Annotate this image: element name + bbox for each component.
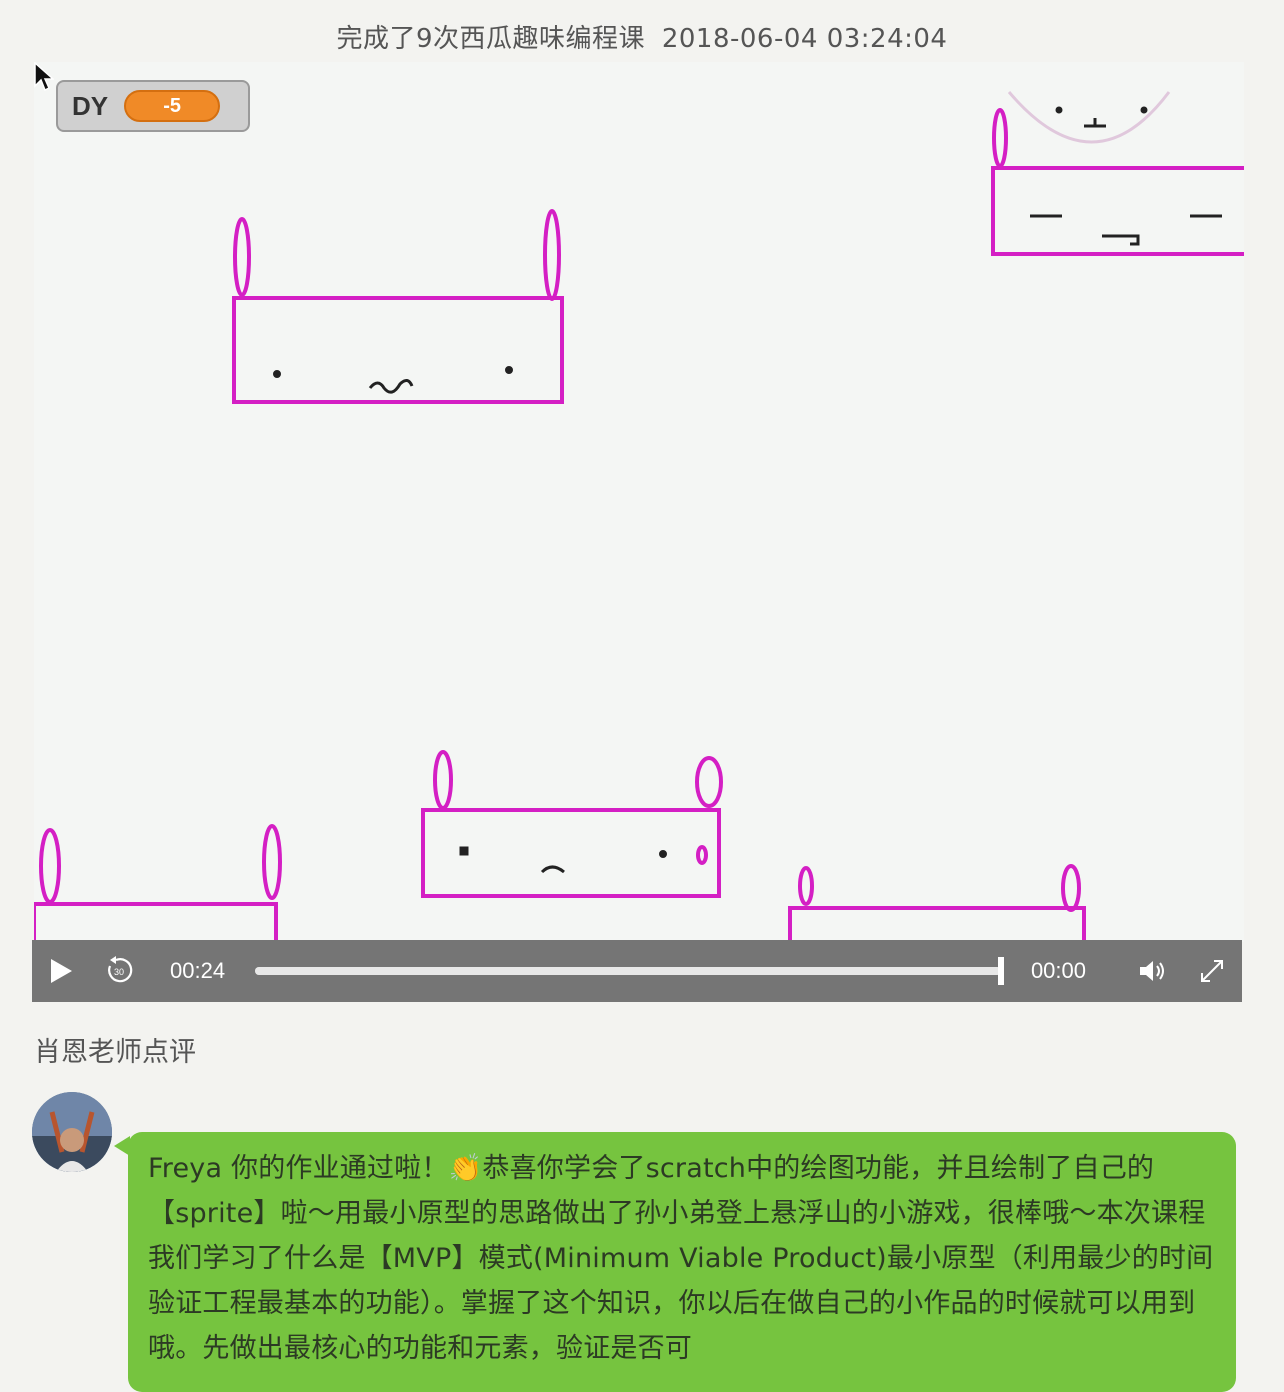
variable-name: DY: [72, 90, 109, 121]
sprite-platform-bottom-left: [34, 824, 282, 942]
progress-fill: [255, 967, 1001, 975]
replay-30-icon: 30: [108, 956, 133, 983]
sprite-platform-top-right: [991, 91, 1244, 256]
progress-handle[interactable]: [997, 957, 1004, 985]
avatar-image: [32, 1092, 112, 1172]
review-title: 肖恩老师点评: [34, 1037, 196, 1068]
teacher-avatar: [32, 1092, 112, 1172]
header-meta: 完成了9次西瓜趣味编程课 2018-06-04 03:24:04: [0, 18, 1284, 55]
svg-text:30: 30: [114, 967, 124, 977]
completion-text: 完成了9次西瓜趣味编程课: [336, 24, 646, 54]
current-time: 00:24: [170, 958, 226, 983]
stage-drawing: [34, 91, 1244, 942]
variable-monitor: DY -5: [56, 80, 250, 132]
remaining-time: 00:00: [1030, 958, 1086, 983]
fullscreen-button[interactable]: [1198, 957, 1226, 985]
replay-30-button[interactable]: 30: [104, 956, 134, 986]
sprite-platform-upper: [232, 209, 564, 404]
timestamp: 2018-06-04 03:24:04: [661, 24, 948, 54]
mouse-cursor-icon: [34, 62, 54, 92]
volume-button[interactable]: [1138, 958, 1168, 984]
play-icon: [51, 959, 72, 983]
teacher-comment-text: Freya 你的作业通过啦！👏恭喜你学会了scratch中的绘图功能，并且绘制了…: [148, 1153, 1214, 1364]
teacher-comment-bubble: Freya 你的作业通过啦！👏恭喜你学会了scratch中的绘图功能，并且绘制了…: [114, 1132, 1236, 1392]
scratch-stage[interactable]: DY -5: [34, 62, 1244, 942]
progress-bar[interactable]: [255, 957, 1004, 985]
volume-icon: [1140, 961, 1164, 981]
fullscreen-icon: [1201, 960, 1223, 982]
sprite-platform-bottom-right: [788, 864, 1086, 942]
play-button[interactable]: [48, 957, 74, 985]
video-controls: 30 00:24 00:00: [32, 940, 1242, 1002]
variable-value: -5: [124, 90, 221, 122]
sprite-platform-lower-middle: [421, 750, 723, 898]
